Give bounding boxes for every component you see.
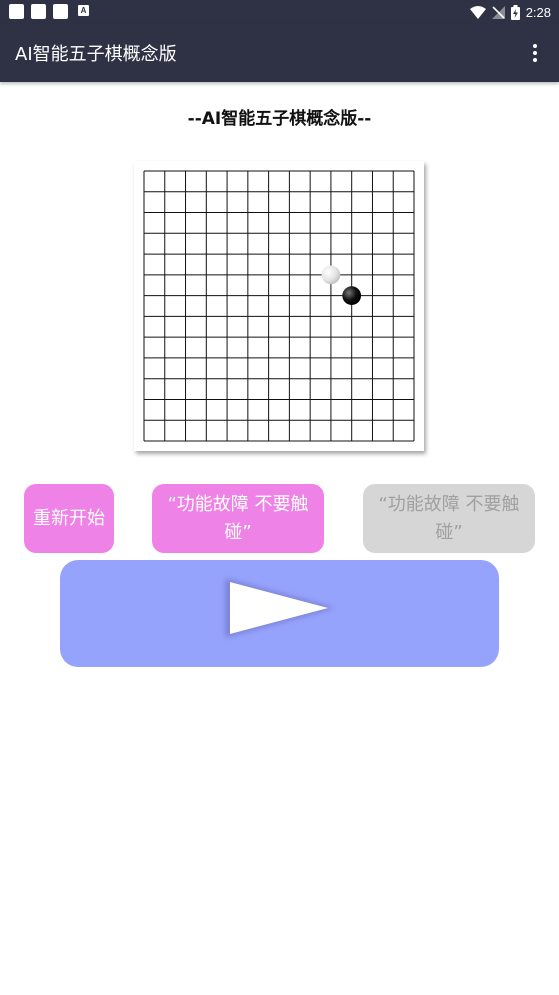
app-bar: AI智能五子棋概念版 bbox=[0, 24, 559, 82]
status-bar: A 2:28 bbox=[0, 0, 559, 24]
notification-app-icon bbox=[31, 4, 46, 19]
battery-charging-icon bbox=[510, 4, 520, 20]
notification-app-icon bbox=[53, 4, 68, 19]
fault-button-disabled: “功能故障 不要触碰” bbox=[363, 484, 535, 553]
more-vert-icon[interactable] bbox=[529, 42, 541, 64]
status-time: 2:28 bbox=[525, 4, 551, 20]
play-button[interactable] bbox=[60, 560, 499, 667]
no-sim-icon bbox=[491, 5, 505, 19]
board-grid[interactable] bbox=[134, 161, 424, 451]
wifi-icon bbox=[469, 5, 486, 19]
gomoku-board[interactable] bbox=[134, 161, 424, 451]
page-heading: --AI智能五子棋概念版-- bbox=[187, 109, 372, 129]
notification-app-icon bbox=[9, 4, 24, 19]
app-title: AI智能五子棋概念版 bbox=[15, 44, 177, 65]
fault-button[interactable]: “功能故障 不要触碰” bbox=[152, 484, 324, 553]
a-icon: A bbox=[78, 5, 89, 16]
restart-button[interactable]: 重新开始 bbox=[24, 484, 114, 553]
play-icon bbox=[225, 578, 335, 638]
black-stone bbox=[342, 286, 362, 305]
white-stone bbox=[321, 265, 341, 285]
